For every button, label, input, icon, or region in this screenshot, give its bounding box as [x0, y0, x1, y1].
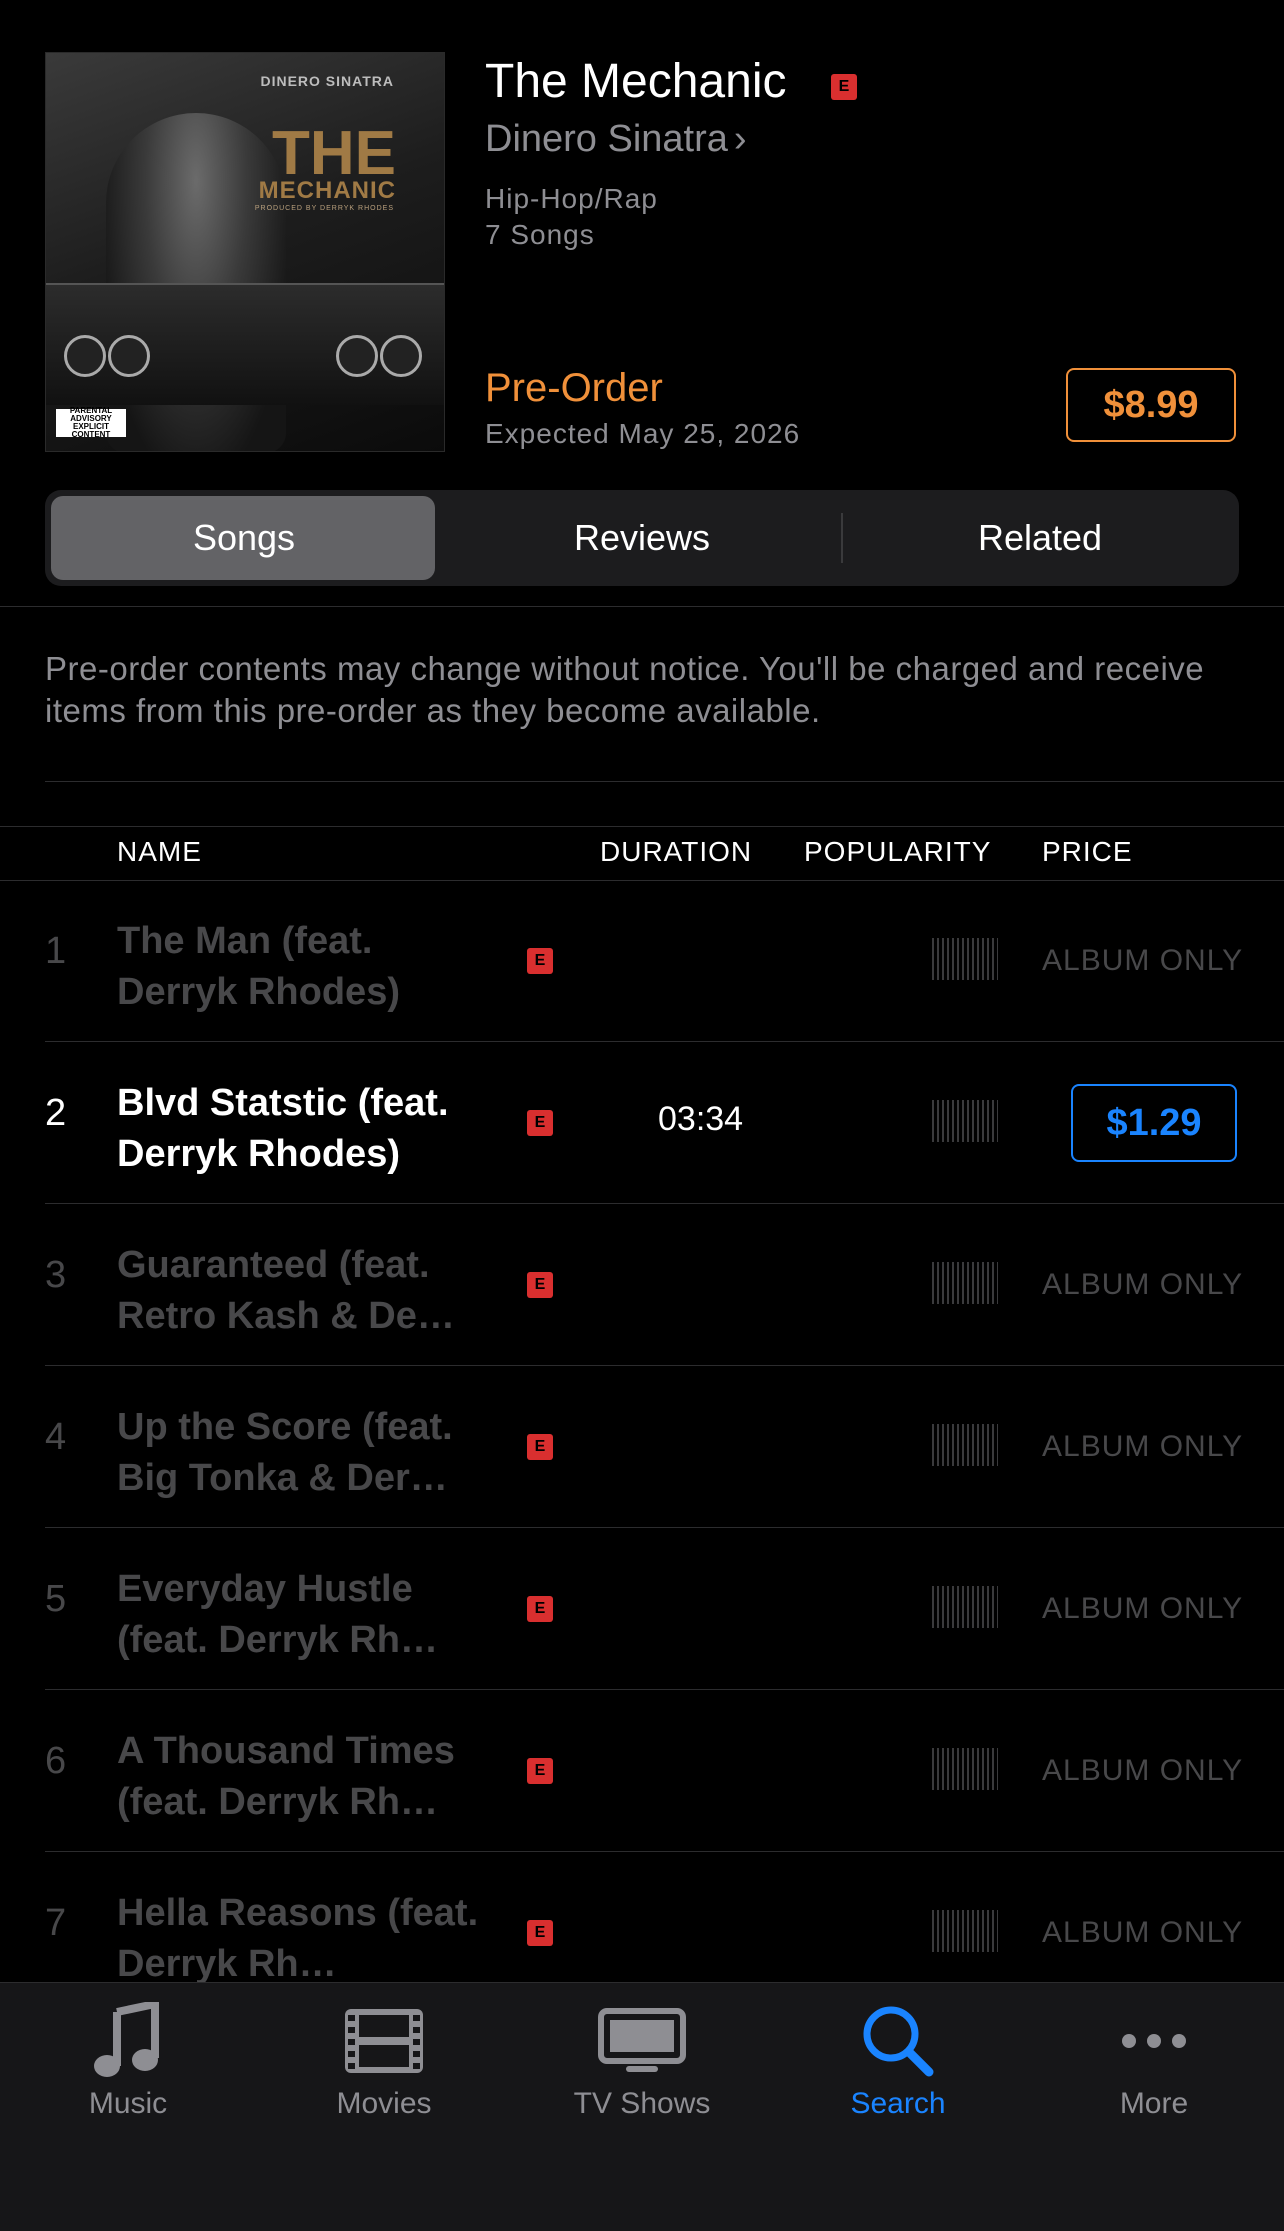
tab-label: TV Shows: [573, 2087, 711, 2120]
track-row[interactable]: 3 Guaranteed (feat. Retro Kash & De… E A…: [0, 1204, 1284, 1366]
popularity-bars: [932, 1910, 998, 1952]
album-title: The Mechanic: [485, 55, 787, 108]
explicit-badge: E: [527, 948, 553, 974]
track-price-button[interactable]: $1.29: [1071, 1084, 1237, 1162]
album-only-label: ALBUM ONLY: [1042, 1916, 1244, 1949]
parental-advisory-logo: PARENTAL ADVISORY EXPLICIT CONTENT: [56, 407, 126, 439]
track-row[interactable]: 6 A Thousand Times (feat. Derryk Rh… E A…: [0, 1690, 1284, 1852]
tab-label: Search: [850, 2087, 946, 2120]
explicit-badge: E: [527, 1434, 553, 1460]
artwork-headlight: [64, 335, 106, 377]
track-row[interactable]: 1 The Man (feat. Derryk Rhodes) E ALBUM …: [0, 880, 1284, 1042]
popularity-bars: [932, 1748, 998, 1790]
track-duration: 03:34: [658, 1100, 744, 1138]
album-song-count: 7 Songs: [485, 219, 595, 250]
explicit-badge: E: [527, 1758, 553, 1784]
track-name: Everyday Hustle (feat. Derryk Rh…: [117, 1568, 438, 1661]
track-number: 2: [45, 1092, 67, 1134]
album-artwork[interactable]: DINERO SINATRA THE MECHANIC PRODUCED BY …: [45, 52, 445, 452]
track-name: Guaranteed (feat. Retro Kash & De…: [117, 1244, 455, 1337]
album-only-label: ALBUM ONLY: [1042, 1592, 1244, 1625]
preorder-label: Pre-Order: [485, 366, 663, 410]
tab-label: Music: [88, 2087, 168, 2120]
popularity-bars: [932, 1100, 998, 1142]
explicit-badge: E: [527, 1920, 553, 1946]
album-only-label: ALBUM ONLY: [1042, 1754, 1244, 1787]
artwork-headlight: [336, 335, 378, 377]
explicit-badge: E: [527, 1596, 553, 1622]
music-note-icon: [0, 2001, 256, 2081]
track-row[interactable]: 4 Up the Score (feat. Big Tonka & Der… E…: [0, 1366, 1284, 1528]
track-number: 4: [45, 1416, 67, 1458]
chevron-right-icon: ›: [733, 118, 747, 160]
artist-link[interactable]: Dinero Sinatra ›: [485, 118, 747, 161]
track-name: A Thousand Times (feat. Derryk Rh…: [117, 1730, 455, 1823]
artwork-producer-text: PRODUCED BY DERRYK RHODES: [254, 205, 394, 212]
segment-songs[interactable]: Songs: [45, 490, 443, 586]
divider: [0, 826, 1284, 827]
segment-related[interactable]: Related: [841, 490, 1239, 586]
album-only-label: ALBUM ONLY: [1042, 944, 1244, 977]
column-header-price[interactable]: PRICE: [1042, 836, 1133, 868]
album-price-button[interactable]: $8.99: [1066, 368, 1236, 442]
artwork-artist-text: DINERO SINATRA: [260, 73, 394, 89]
film-icon: [256, 2001, 512, 2081]
tab-search[interactable]: Search: [770, 1983, 1026, 2153]
track-row[interactable]: 2 Blvd Statstic (feat. Derryk Rhodes) E …: [0, 1042, 1284, 1204]
search-icon: [770, 2001, 1026, 2081]
album-genre: Hip-Hop/Rap: [485, 183, 658, 214]
artwork-title-line2: MECHANIC: [258, 177, 396, 204]
column-header-name[interactable]: NAME: [117, 836, 202, 868]
artwork-title-line1: THE: [272, 119, 396, 188]
tab-movies[interactable]: Movies: [256, 1983, 512, 2153]
track-name: Hella Reasons (feat. Derryk Rh…: [117, 1892, 479, 1985]
expected-release-date: Expected May 25, 2026: [485, 418, 801, 449]
preorder-notice: Pre-order contents may change without no…: [45, 650, 1205, 729]
explicit-badge: E: [831, 74, 857, 100]
tab-tv-shows[interactable]: TV Shows: [514, 1983, 770, 2153]
track-row[interactable]: 5 Everyday Hustle (feat. Derryk Rh… E AL…: [0, 1528, 1284, 1690]
track-number: 1: [45, 930, 67, 972]
track-number: 5: [45, 1578, 67, 1620]
tab-more[interactable]: More: [1026, 1983, 1282, 2153]
column-header-duration[interactable]: DURATION: [600, 836, 752, 868]
explicit-badge: E: [527, 1110, 553, 1136]
album-only-label: ALBUM ONLY: [1042, 1268, 1244, 1301]
artwork-headlight: [380, 335, 422, 377]
track-name: The Man (feat. Derryk Rhodes): [117, 920, 400, 1013]
artwork-headlight: [108, 335, 150, 377]
track-number: 3: [45, 1254, 67, 1296]
tab-label: Movies: [336, 2087, 432, 2120]
explicit-badge: E: [527, 1272, 553, 1298]
tab-label: More: [1119, 2087, 1189, 2120]
popularity-bars: [932, 1586, 998, 1628]
popularity-bars: [932, 1424, 998, 1466]
segmented-control: Songs Reviews Related: [45, 490, 1239, 586]
track-name: Up the Score (feat. Big Tonka & Der…: [117, 1406, 453, 1499]
tab-music[interactable]: Music: [0, 1983, 256, 2153]
track-name: Blvd Statstic (feat. Derryk Rhodes): [117, 1082, 449, 1175]
divider: [45, 781, 1284, 782]
track-number: 6: [45, 1740, 67, 1782]
more-dots-icon: [1026, 2001, 1282, 2081]
popularity-bars: [932, 1262, 998, 1304]
popularity-bars: [932, 938, 998, 980]
segment-reviews[interactable]: Reviews: [443, 490, 841, 586]
tab-bar: Music Movies TV Shows Search More: [0, 1982, 1284, 2231]
artist-name: Dinero Sinatra: [485, 118, 728, 160]
column-header-popularity[interactable]: POPULARITY: [804, 836, 991, 868]
album-only-label: ALBUM ONLY: [1042, 1430, 1244, 1463]
divider: [0, 606, 1284, 607]
tv-icon: [514, 2001, 770, 2081]
track-number: 7: [45, 1902, 67, 1944]
